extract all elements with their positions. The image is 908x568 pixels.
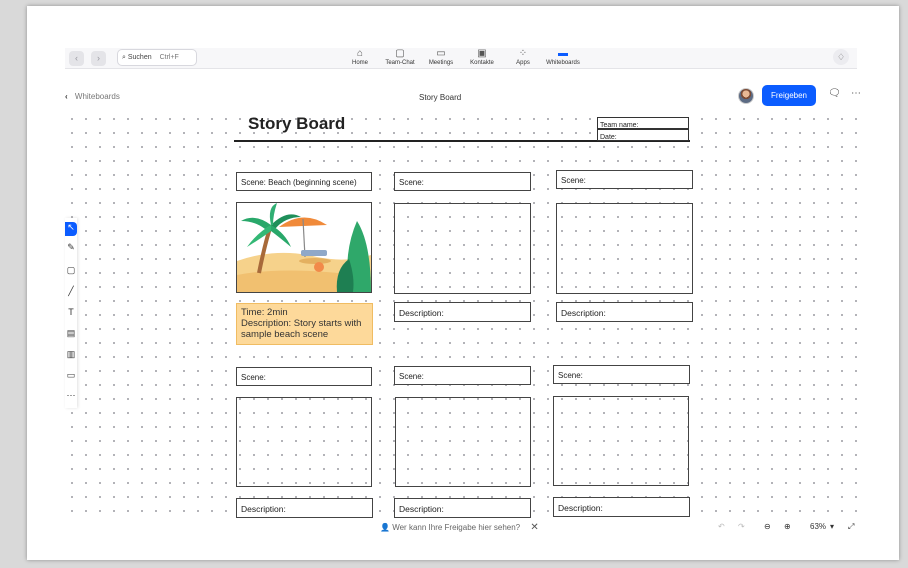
chevron-left-icon: ‹ (65, 92, 68, 101)
sticky-note-tool-icon[interactable]: ▤ (65, 328, 77, 339)
search-input[interactable]: ⌕ Suchen Ctrl+F (117, 49, 197, 66)
nav-home[interactable]: ⌂ Home (338, 48, 382, 66)
contacts-icon: ▣ (477, 48, 487, 59)
notification-bell-icon[interactable]: ♢ (833, 49, 849, 65)
scene-frame-6[interactable] (553, 396, 689, 486)
line-tool-icon[interactable]: ╱ (65, 286, 77, 297)
select-tool-icon[interactable]: ↖ (65, 222, 77, 236)
comment-tool-icon[interactable]: ▭ (65, 370, 77, 381)
video-icon: ▭ (436, 48, 446, 59)
description-box-6[interactable]: Description: (553, 497, 690, 517)
nav-home-label: Home (351, 60, 368, 66)
bottom-controls: ↶ ↷ ⊖ ⊕ 63% ▾ ⤢ (712, 516, 857, 538)
redo-icon[interactable]: ↷ (738, 516, 745, 538)
scene-frame-4[interactable] (236, 397, 372, 487)
team-name-field[interactable]: Team name: (597, 117, 689, 129)
search-icon: ⌕ (122, 54, 126, 61)
document-title: Story Board (419, 93, 462, 102)
description-box-5[interactable]: Description: (394, 498, 531, 518)
sticky-note[interactable]: Time: 2min Description: Story starts wit… (236, 303, 373, 345)
zoom-in-icon[interactable]: ⊕ (784, 516, 791, 538)
scene-frame-3[interactable] (556, 203, 693, 294)
close-icon[interactable]: ✕ (530, 522, 538, 533)
forward-nav-button[interactable]: › (91, 51, 106, 66)
back-nav-button[interactable]: ‹ (69, 51, 84, 66)
top-navigation-bar: ‹ › ⌕ Suchen Ctrl+F ⌂ Home ▢ Team-Chat ▭… (65, 48, 857, 69)
scene-frame-1[interactable] (236, 202, 372, 293)
scene-frame-5[interactable] (395, 397, 531, 487)
beach-illustration (237, 203, 371, 292)
nav-apps[interactable]: ⁘ Apps (501, 48, 545, 66)
whiteboard-icon: ▬ (558, 48, 568, 59)
description-box-3[interactable]: Description: (556, 302, 693, 322)
comment-icon[interactable]: 🗨 (828, 88, 841, 99)
nav-meetings[interactable]: ▭ Meetings (419, 48, 463, 66)
template-tool-icon[interactable]: ▥ (65, 349, 77, 360)
scene-label-2[interactable]: Scene: (394, 172, 531, 191)
note-time: Time: 2min (241, 307, 288, 318)
date-field[interactable]: Date: (597, 129, 689, 141)
apps-icon: ⁘ (518, 48, 528, 59)
search-shortcut: Ctrl+F (159, 54, 179, 61)
people-icon: 👤 (380, 523, 390, 532)
zoom-out-icon[interactable]: ⊖ (764, 516, 771, 538)
back-label: Whiteboards (74, 92, 120, 101)
fit-icon[interactable]: ⤢ (848, 516, 854, 538)
nav-whiteboards[interactable]: ▬ Whiteboards (541, 48, 585, 66)
scene-label-3[interactable]: Scene: (556, 170, 693, 189)
nav-whiteboards-label: Whiteboards (546, 60, 580, 66)
nav-meetings-label: Meetings (428, 60, 454, 66)
scene-label-4[interactable]: Scene: (236, 367, 372, 386)
nav-team-chat[interactable]: ▢ Team-Chat (378, 48, 422, 66)
share-hint-text: Wer kann Ihre Freigabe hier sehen? (392, 523, 521, 532)
nav-apps-label: Apps (516, 60, 530, 66)
description-box-2[interactable]: Description: (394, 302, 531, 322)
zoom-level[interactable]: 63% (810, 516, 826, 538)
home-icon: ⌂ (356, 48, 364, 59)
avatar[interactable] (738, 88, 754, 104)
chevron-down-icon[interactable]: ▾ (830, 516, 834, 538)
scene-label-1[interactable]: Scene: Beach (beginning scene) (236, 172, 372, 191)
nav-team-chat-label: Team-Chat (385, 60, 415, 66)
share-visibility-hint[interactable]: 👤 Wer kann Ihre Freigabe hier sehen? ✕ (380, 519, 555, 537)
scene-frame-2[interactable] (394, 203, 531, 294)
nav-kontakte[interactable]: ▣ Kontakte (460, 48, 504, 66)
chat-bubbles-icon: ▢ (395, 48, 405, 59)
more-icon[interactable]: ⋯ (851, 88, 861, 99)
back-to-whiteboards-link[interactable]: ‹ Whiteboards (65, 92, 120, 101)
text-tool-icon[interactable]: T (65, 307, 77, 317)
description-box-4[interactable]: Description: (236, 498, 373, 518)
scene-label-5[interactable]: Scene: (394, 366, 531, 385)
note-description: Description: Story starts with sample be… (241, 318, 362, 340)
whiteboard-header: ‹ Whiteboards Story Board Freigeben 🗨 ⋯ (65, 85, 865, 114)
search-label: Suchen (127, 54, 152, 61)
undo-icon[interactable]: ↶ (718, 516, 725, 538)
shape-tool-icon[interactable]: ▢ (65, 265, 77, 276)
scene-label-6[interactable]: Scene: (553, 365, 690, 384)
tool-palette: ↖ ✎ ▢ ╱ T ▤ ▥ ▭ ⋯ (65, 218, 77, 408)
board-title[interactable]: Story Board (248, 114, 345, 134)
more-tools-icon[interactable]: ⋯ (65, 390, 77, 401)
share-button[interactable]: Freigeben (762, 85, 816, 106)
nav-kontakte-label: Kontakte (470, 60, 494, 66)
pen-tool-icon[interactable]: ✎ (65, 242, 77, 253)
